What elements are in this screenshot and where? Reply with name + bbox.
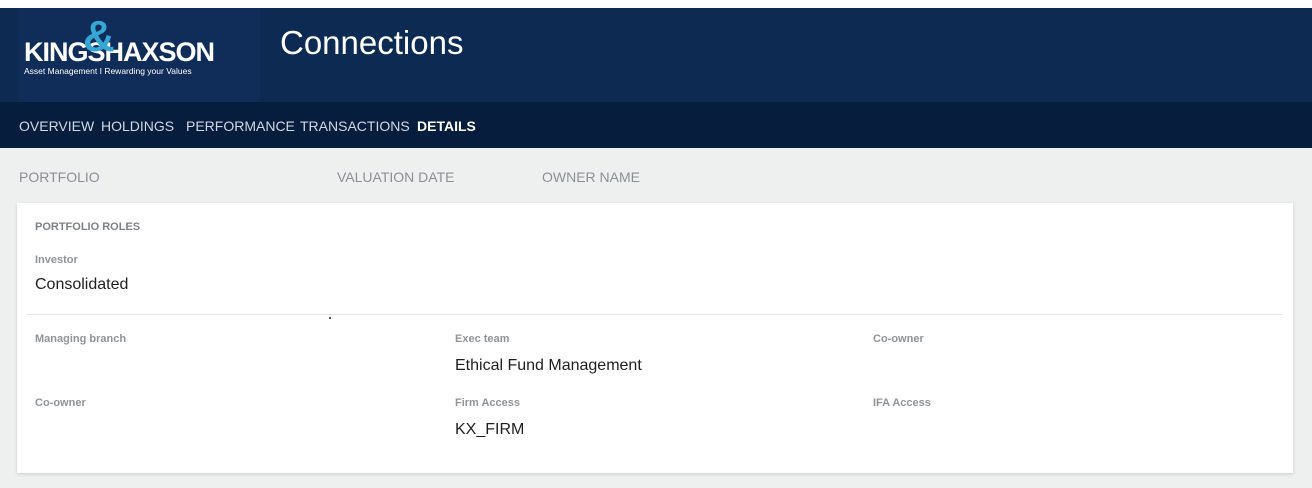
tab-details[interactable]: DETAILS — [417, 118, 476, 134]
investor-label: Investor — [35, 254, 78, 266]
tab-overview[interactable]: OVERVIEW — [19, 118, 94, 134]
logo-wordmark: KINGSHAXSON & — [24, 12, 215, 68]
exec-team-label: Exec team — [455, 333, 510, 345]
brand-logo[interactable]: KINGSHAXSON & Asset Management I Rewardi… — [18, 8, 260, 102]
divider-dot — [329, 317, 331, 319]
top-gap — [0, 0, 1312, 8]
tab-performance[interactable]: PERFORMANCE — [186, 118, 295, 134]
exec-team-value: Ethical Fund Management — [455, 357, 642, 374]
tab-transactions[interactable]: TRANSACTIONS — [300, 118, 410, 134]
logo-tagline: Asset Management I Rewarding your Values — [24, 66, 192, 76]
co-owner-label-secondary: Co-owner — [35, 397, 86, 409]
section-title: PORTFOLIO ROLES — [35, 221, 141, 233]
valuation-date-label: VALUATION DATE — [337, 169, 455, 185]
logo-ampersand-icon: & — [83, 12, 115, 61]
divider — [27, 314, 1283, 315]
tab-holdings[interactable]: HOLDINGS — [101, 118, 174, 134]
ifa-access-label: IFA Access — [873, 397, 931, 409]
logo-left-text: KING — [24, 37, 88, 67]
owner-name-label: OWNER NAME — [542, 169, 640, 185]
portfolio-label: PORTFOLIO — [19, 169, 100, 185]
portfolio-roles-card: PORTFOLIO ROLES Investor Consolidated Ma… — [17, 203, 1293, 473]
managing-branch-label: Managing branch — [35, 333, 127, 345]
page-title: Connections — [280, 24, 464, 61]
firm-access-label: Firm Access — [455, 397, 521, 409]
main-nav: OVERVIEW HOLDINGS PERFORMANCE TRANSACTIO… — [0, 102, 1312, 148]
firm-access-value: KX_FIRM — [455, 421, 525, 438]
co-owner-label-primary: Co-owner — [873, 333, 924, 345]
investor-value: Consolidated — [35, 276, 129, 293]
app-header: KINGSHAXSON & Asset Management I Rewardi… — [0, 8, 1312, 102]
